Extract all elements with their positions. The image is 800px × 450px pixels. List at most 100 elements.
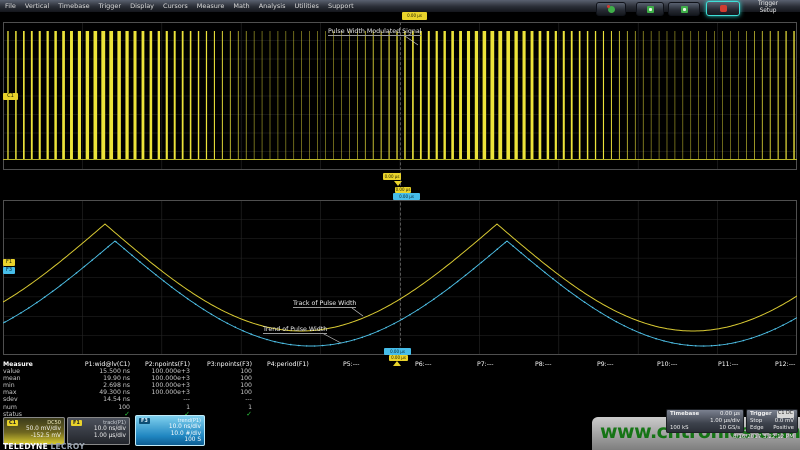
measure-column: P5:---: [343, 361, 359, 368]
menu-item-utilities[interactable]: Utilities: [294, 2, 318, 10]
menu-item-analysis[interactable]: Analysis: [259, 2, 286, 10]
c1-level-badge[interactable]: C1: [3, 93, 18, 100]
f3-vscale: 10.0 ns/div: [139, 424, 201, 431]
measure-column: P8:---: [535, 361, 551, 368]
measure-column-header: P6:---: [415, 361, 431, 368]
measure-row-label: value: [3, 368, 33, 375]
measure-column: P2:npoints(F1)100.000e+3100.000e+3100.00…: [145, 361, 190, 418]
bottom-marker-cyan[interactable]: 0.00 µs: [384, 348, 411, 355]
menu-item-vertical[interactable]: Vertical: [25, 2, 49, 10]
trigger-box[interactable]: Trigger C1 DC Stop 0.0 mV Edge Positive: [746, 409, 798, 433]
toolbar-button-2[interactable]: [636, 2, 664, 16]
measure-column-header: P4:period(F1): [267, 361, 309, 368]
measure-row-label: mean: [3, 375, 33, 382]
red-dot-icon: [607, 5, 610, 8]
measure-column-header: P10:---: [657, 361, 677, 368]
measure-row-label: Measure: [3, 361, 33, 368]
pwm-pulse-train: [7, 31, 794, 159]
menu-item-measure[interactable]: Measure: [197, 2, 225, 10]
trigger-title: Trigger: [750, 411, 772, 418]
measure-value: 100: [207, 375, 252, 382]
lower-gridlines: [3, 200, 797, 355]
divider-marker-yellow-1[interactable]: 0.00 µs: [383, 173, 401, 180]
measure-value: 100.000e+3: [145, 375, 190, 382]
timebase-scale: 1.00 µs/div: [710, 418, 740, 425]
trigger-time-badge-top[interactable]: 0.00 µs: [402, 12, 427, 20]
f1-hscale: 1.00 µs/div: [71, 433, 126, 440]
measure-value: ---: [207, 396, 252, 403]
measure-column-header: P8:---: [535, 361, 551, 368]
measure-row-label: min: [3, 382, 33, 389]
measure-value: 100.000e+3: [145, 382, 190, 389]
measure-column: P4:period(F1): [267, 361, 309, 368]
menu-item-math[interactable]: Math: [233, 2, 249, 10]
menu-item-file[interactable]: File: [5, 2, 16, 10]
c1-offset: -152.5 mV: [7, 433, 61, 440]
menu-item-display[interactable]: Display: [130, 2, 154, 10]
measure-column: P3:npoints(F3)100100100100---1✓: [207, 361, 252, 418]
measure-value: 1: [207, 404, 252, 411]
measure-column-header: P2:npoints(F1): [145, 361, 190, 368]
c1-descriptor-box[interactable]: C1 DC50 50.0 mV/div -152.5 mV: [3, 417, 65, 445]
measure-column: P11:---: [718, 361, 738, 368]
measure-value: 100: [207, 382, 252, 389]
plus-mark-icon: [683, 8, 686, 11]
f3-tab: F3: [139, 418, 150, 424]
c1-vscale: 50.0 mV/div: [7, 426, 61, 433]
measure-row-label: num: [3, 404, 33, 411]
pwm-annotation: Pulse Width Modulated Signal: [328, 28, 421, 36]
green-arrow-icon: [647, 6, 654, 13]
f3-hscale: 10.0 #/div: [139, 431, 201, 438]
menu-item-support[interactable]: Support: [328, 2, 354, 10]
lower-graticule: [3, 200, 797, 355]
measure-column-header: P11:---: [718, 361, 738, 368]
f3-points: 100 S: [139, 437, 201, 444]
red-stop-icon: [720, 5, 727, 12]
brand-lecroy: LECROY: [50, 442, 85, 450]
timebase-box[interactable]: Timebase 0.00 µs 1.00 µs/div 100 kS 10 G…: [666, 409, 744, 433]
track-annotation: Track of Pulse Width: [293, 300, 356, 308]
upper-gridlines: [3, 22, 797, 170]
measure-column-header: P9:---: [597, 361, 613, 368]
measure-column-header: P1:wid@lv(C1): [85, 361, 130, 368]
f3-function: trend(P1): [178, 418, 201, 424]
f3-descriptor-box[interactable]: F3 trend(P1) 10.0 ns/div 10.0 #/div 100 …: [135, 415, 205, 446]
f3-level-badge[interactable]: F3: [3, 267, 15, 274]
f1-vscale: 10.0 ns/div: [71, 426, 126, 433]
timebase-title: Timebase: [670, 411, 699, 418]
menu-item-cursors[interactable]: Cursors: [163, 2, 188, 10]
track-annotation-leader: [352, 308, 363, 316]
measure-value: ---: [145, 396, 190, 403]
c1-coupling: DC50: [47, 420, 61, 426]
measure-row-labels: Measurevaluemeanminmaxsdevnumstatus: [3, 361, 33, 418]
trend-annotation-leader: [322, 333, 341, 343]
trigger-setup-line2: Setup: [746, 8, 790, 15]
c1-tab: C1: [7, 420, 18, 426]
trigger-setup-label[interactable]: Trigger Setup: [746, 1, 790, 15]
measure-value: 100.000e+3: [145, 389, 190, 396]
measure-column: P10:---: [657, 361, 677, 368]
f1-tab: F1: [71, 420, 82, 426]
toolbar-button-3[interactable]: [668, 2, 700, 16]
f1-descriptor-box[interactable]: F1 track(P1) 10.0 ns/div 1.00 µs/div: [67, 417, 130, 445]
f1-level-badge[interactable]: F1: [3, 259, 15, 266]
measure-table: Measurevaluemeanminmaxsdevnumstatus P1:wi…: [0, 361, 800, 415]
trigger-mode: Stop: [750, 418, 762, 425]
measure-column: P9:---: [597, 361, 613, 368]
toolbar-button-4-selected[interactable]: [706, 1, 740, 16]
brand-teledyne: TELEDYNE: [3, 442, 48, 450]
measure-column: P7:---: [477, 361, 493, 368]
green-arrow-plus-icon: [681, 6, 688, 13]
measure-value: 49.300 ns: [85, 389, 130, 396]
measure-value: 100.000e+3: [145, 368, 190, 375]
measure-value: 100: [85, 404, 130, 411]
status-check-icon: ✓: [207, 411, 252, 418]
toolbar-button-1[interactable]: [596, 2, 626, 16]
measure-value: 14.54 ns: [85, 396, 130, 403]
menu-item-trigger[interactable]: Trigger: [99, 2, 121, 10]
divider-marker-cyan[interactable]: 0.00 µs: [393, 193, 420, 200]
measure-column: P1:wid@lv(C1)15.500 ns19.90 ns2.698 ns49…: [85, 361, 130, 418]
brand-logo: TELEDYNE LECROY: [3, 442, 85, 450]
menu-item-timebase[interactable]: Timebase: [58, 2, 89, 10]
measure-value: 15.500 ns: [85, 368, 130, 375]
